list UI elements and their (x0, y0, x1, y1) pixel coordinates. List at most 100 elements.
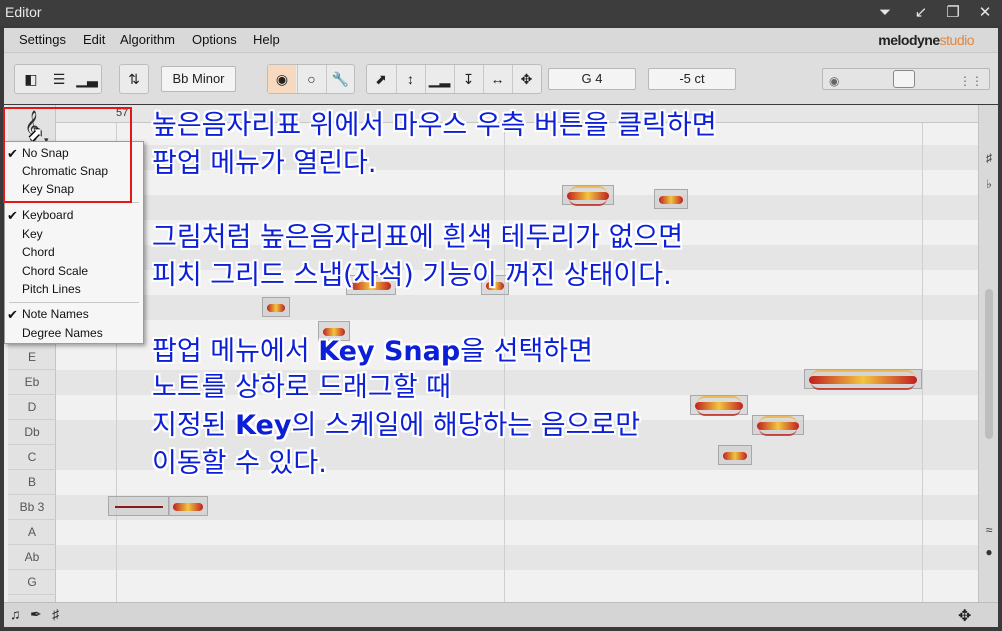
annotation-line: 지정된 Key의 스케일에 해당하는 음으로만 (152, 410, 641, 441)
check-icon: ✔ (7, 208, 18, 223)
wrench-icon[interactable]: 🔧 (326, 65, 354, 93)
menu-options[interactable]: Options (192, 32, 237, 47)
menu-item-note-names[interactable]: ✔ Note Names (5, 305, 143, 324)
highlight-box (3, 107, 132, 203)
pin-icon[interactable]: ⏷ (874, 3, 896, 23)
view-slider[interactable]: ◉ ⋮⋮ (822, 68, 990, 90)
annotation-line: 피치 그리드 스냅(자석) 기능이 꺼진 상태이다. (152, 260, 672, 291)
key-bb3: Bb 3 (8, 495, 56, 520)
cursor-icon: ⬈ (28, 124, 44, 144)
formant-tool-icon[interactable]: ▁▂ (425, 65, 453, 93)
menu-help[interactable]: Help (253, 32, 280, 47)
view-group: ◧ ☰ ▁▃ (14, 64, 102, 94)
key-ab: Ab (8, 545, 56, 570)
bottom-bar: ♫ ✒ ♯ ✥ (4, 602, 998, 627)
pitch-tool-icon[interactable]: ↕ (396, 65, 424, 93)
key-eb: Eb (8, 370, 56, 395)
note-blob[interactable] (654, 189, 688, 209)
menu-item-key[interactable]: Key (5, 225, 143, 244)
note-blob[interactable] (752, 415, 804, 436)
note-blob[interactable] (804, 369, 922, 390)
pointer-tool-icon[interactable]: ⬈ (367, 65, 395, 93)
sharp-icon[interactable]: ♯ (981, 151, 997, 165)
editor-window: Editor ⏷ ↙ ❐ ✕ Settings Edit Algorithm O… (0, 0, 1002, 631)
menu-item-chord[interactable]: Chord (5, 243, 143, 262)
grid-row (56, 195, 978, 220)
layout-icon[interactable]: ◧ (17, 65, 45, 93)
key-db: Db (8, 420, 56, 445)
blob-tool-icon[interactable]: ◉ (268, 65, 296, 93)
note-amplitude (323, 328, 345, 336)
note-amplitude (569, 186, 607, 206)
key-selector[interactable]: Bb Minor (161, 66, 236, 92)
menu-edit[interactable]: Edit (83, 32, 105, 47)
note-amplitude (267, 304, 285, 312)
key-b: B (8, 470, 56, 495)
note-amplitude (811, 370, 915, 390)
zoom-large-icon: ⋮⋮ (959, 74, 983, 88)
close-icon[interactable]: ✕ (974, 3, 996, 23)
cents-display: -5 ct (648, 68, 736, 90)
waves-icon[interactable]: ≈ (981, 523, 997, 537)
annotation-line: 노트를 상하로 드래그할 때 (152, 372, 451, 403)
check-icon: ✔ (7, 307, 18, 322)
amplitude-tool-icon[interactable]: ↧ (454, 65, 482, 93)
flat-icon[interactable]: ♭ (981, 177, 997, 191)
note-amplitude (723, 452, 747, 460)
note-amplitude (659, 196, 683, 204)
note-blob[interactable] (108, 496, 170, 516)
note-amplitude (173, 503, 203, 511)
slider-handle[interactable] (893, 70, 915, 88)
note-blob[interactable] (262, 297, 290, 317)
bars-icon[interactable]: ▁▃ (73, 65, 101, 93)
key-c: C (8, 445, 56, 470)
key-a: A (8, 520, 56, 545)
mixer-icon[interactable]: ☰ (45, 65, 73, 93)
note-blob[interactable] (562, 185, 614, 206)
grid-row (56, 545, 978, 570)
sharp-icon[interactable]: ♯ (52, 606, 59, 622)
annotation-line: 그림처럼 높은음자리표에 흰색 테두리가 없으면 (152, 222, 684, 253)
annotation-line: 높은음자리표 위에서 마우스 우측 버튼을 클릭하면 (152, 110, 717, 141)
key-e: E (8, 345, 56, 370)
tool-icon[interactable]: ✒ (30, 606, 42, 623)
scroll-thumb[interactable] (985, 289, 993, 439)
transpose-group: ⇅ (119, 64, 149, 94)
annotation-line: 팝업 메뉴가 열린다. (152, 148, 377, 179)
menu-item-degree-names[interactable]: Degree Names (5, 324, 143, 343)
note-blob[interactable] (168, 496, 208, 516)
menu-item-pitch-lines[interactable]: Pitch Lines (5, 280, 143, 299)
note-icon[interactable]: ♫ (10, 606, 21, 622)
menu-bar: Settings Edit Algorithm Options Help mel… (4, 28, 998, 52)
key-d: D (8, 395, 56, 420)
note-tool-icon[interactable]: ○ (297, 65, 325, 93)
key-g: G (8, 570, 56, 595)
menu-item-keyboard[interactable]: ✔ Keyboard (5, 206, 143, 225)
note-blob[interactable] (690, 395, 748, 416)
vertical-scrollbar[interactable]: ♯ ♭ ≈ ● (978, 105, 998, 602)
note-blob[interactable] (718, 445, 752, 465)
collapse-icon[interactable]: ↙ (910, 3, 932, 23)
tool-group-2: ⬈ ↕ ▁▂ ↧ ↔ ✥ (366, 64, 542, 94)
tool-group-1: ◉ ○ 🔧 (267, 64, 355, 94)
pitch-curve (115, 506, 163, 508)
split-tool-icon[interactable]: ✥ (512, 65, 540, 93)
restore-icon[interactable]: ❐ (942, 3, 964, 23)
menu-algorithm[interactable]: Algorithm (120, 32, 175, 47)
zoom-dot-icon[interactable]: ● (981, 545, 997, 559)
title-bar: Editor ⏷ ↙ ❐ ✕ (0, 0, 1002, 26)
menu-separator (9, 302, 139, 303)
note-amplitude (759, 416, 797, 436)
window-title: Editor (5, 4, 42, 20)
menu-settings[interactable]: Settings (19, 32, 66, 47)
move-icon[interactable]: ✥ (958, 606, 971, 626)
pitch-display: G 4 (548, 68, 636, 90)
toolbar: ◧ ☰ ▁▃ ⇅ Bb Minor ◉ ○ 🔧 ⬈ ↕ ▁▂ ↧ ↔ ✥ G 4… (4, 52, 998, 104)
transpose-icon[interactable]: ⇅ (120, 65, 148, 93)
timing-tool-icon[interactable]: ↔ (483, 65, 511, 93)
melodyne-logo: melodynestudio (878, 32, 974, 48)
annotation-line: 이동할 수 있다. (152, 448, 327, 479)
grid-row (56, 295, 978, 320)
grid-line (922, 123, 923, 602)
menu-item-chord-scale[interactable]: Chord Scale (5, 262, 143, 281)
